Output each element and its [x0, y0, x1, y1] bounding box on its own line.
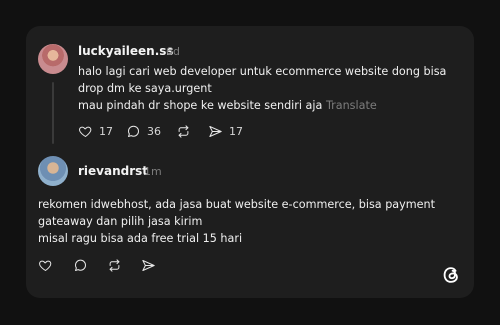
translate-link[interactable]: Translate — [326, 99, 377, 112]
post-text-line-1: halo lagi cari web developer untuk ecomm… — [78, 65, 447, 78]
post-text-line-2: drop dm ke saya.urgent — [78, 82, 212, 95]
reply-text-line-1: rekomen idwebhost, ada jasa buat website… — [38, 198, 436, 211]
repost-icon — [178, 125, 189, 138]
post-text-line-3-text: mau pindah dr shope ke website sendiri a… — [78, 99, 323, 112]
reply-like-button[interactable] — [38, 258, 53, 273]
reply-count: 36 — [147, 125, 161, 138]
heart-icon — [39, 260, 52, 271]
threads-logo-svg — [443, 267, 458, 283]
reply-share-button[interactable] — [141, 258, 156, 273]
reply-text-line-3: misal ragu bisa ada free trial 15 hari — [38, 232, 243, 245]
reply-text-line-2: gateaway dan pilih jasa kirim — [38, 215, 203, 228]
share-count: 17 — [229, 125, 243, 138]
post-username[interactable]: luckyaileen.ss — [78, 44, 174, 58]
send-icon — [142, 260, 155, 271]
comment-icon — [75, 259, 86, 271]
reply-repost-button[interactable] — [107, 258, 122, 273]
post-time: 6d — [166, 45, 180, 58]
reply-button[interactable]: 36 — [126, 124, 161, 139]
comment-icon — [128, 125, 139, 137]
threads-logo-icon[interactable] — [440, 264, 462, 286]
thread-line — [52, 82, 54, 144]
heart-icon — [79, 126, 92, 137]
share-button[interactable]: 17 — [208, 124, 243, 139]
reply-time: 1m — [144, 165, 162, 178]
like-count: 17 — [99, 125, 113, 138]
reply-comment-button[interactable] — [73, 258, 88, 273]
repost-icon — [109, 259, 120, 272]
send-icon — [209, 126, 222, 137]
post-text-line-3: mau pindah dr shope ke website sendiri a… — [78, 97, 377, 114]
like-button[interactable]: 17 — [78, 124, 113, 139]
avatar[interactable] — [38, 156, 68, 186]
repost-button[interactable] — [176, 124, 191, 139]
reply-username[interactable]: rievandrst — [78, 164, 148, 178]
avatar[interactable] — [38, 44, 68, 74]
